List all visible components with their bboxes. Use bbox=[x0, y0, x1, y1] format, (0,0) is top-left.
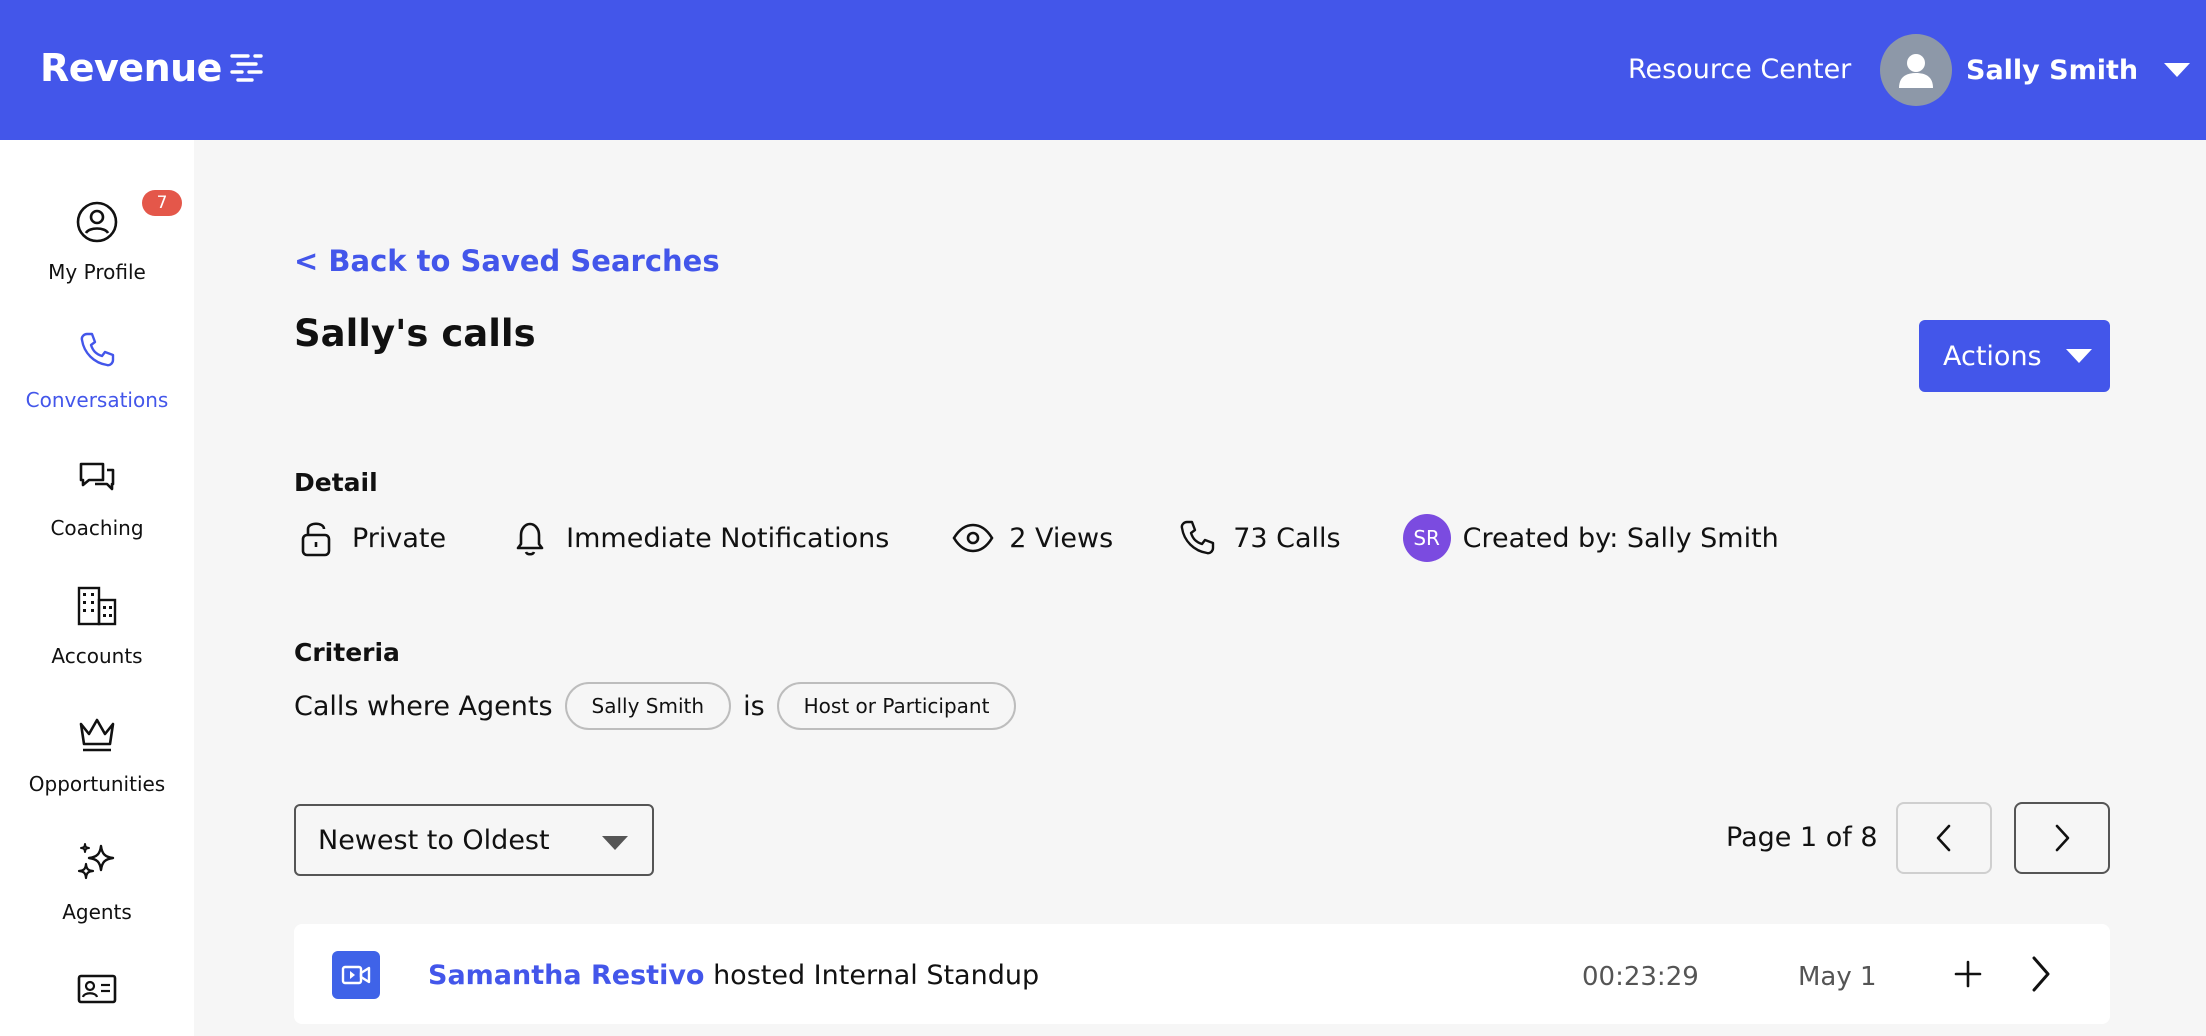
user-menu[interactable]: Sally Smith bbox=[1880, 34, 2191, 106]
criteria-row: Calls where Agents Sally Smith is Host o… bbox=[294, 682, 1017, 730]
sidebar-item-my-profile[interactable]: 7 My Profile bbox=[0, 190, 194, 284]
chevron-right-icon[interactable] bbox=[2020, 954, 2060, 994]
sidebar-item-opportunities[interactable]: Opportunities bbox=[0, 710, 194, 796]
back-to-saved-searches-link[interactable]: < Back to Saved Searches bbox=[294, 244, 720, 278]
notification-badge: 7 bbox=[142, 190, 182, 216]
page-indicator: Page 1 of 8 bbox=[1726, 822, 1878, 853]
call-host-link[interactable]: Samantha Restivo bbox=[428, 960, 704, 991]
chevron-down-icon bbox=[602, 836, 628, 850]
role-chip[interactable]: Host or Participant bbox=[776, 682, 1017, 730]
sidebar-item-agents[interactable]: Agents bbox=[0, 838, 194, 924]
agent-chip[interactable]: Sally Smith bbox=[564, 682, 732, 730]
sidebar-item-accounts[interactable]: Accounts bbox=[0, 582, 194, 668]
created-by-text: Created by: Sally Smith bbox=[1462, 522, 1779, 554]
privacy-status: Private bbox=[294, 516, 446, 560]
resource-center-link[interactable]: Resource Center bbox=[1628, 54, 1851, 85]
avatar bbox=[1880, 34, 1952, 106]
call-duration: 00:23:29 bbox=[1582, 962, 1699, 992]
detail-heading: Detail bbox=[294, 468, 378, 497]
lock-icon bbox=[301, 522, 331, 557]
user-name: Sally Smith bbox=[1966, 54, 2139, 86]
call-title-text: hosted Internal Standup bbox=[704, 960, 1040, 991]
user-silhouette-icon bbox=[1899, 54, 1933, 88]
chat-bubbles-icon bbox=[79, 462, 115, 491]
id-card-icon bbox=[77, 974, 117, 1004]
plus-icon[interactable] bbox=[1948, 954, 1988, 994]
sidebar-item-label: Conversations bbox=[25, 388, 169, 412]
actions-button[interactable]: Actions bbox=[1919, 320, 2110, 392]
chevron-left-icon bbox=[1936, 824, 1951, 852]
calls-text: 73 Calls bbox=[1233, 522, 1341, 554]
sidebar-item-label: My Profile bbox=[48, 260, 146, 284]
sort-selected-value: Newest to Oldest bbox=[318, 824, 550, 856]
sidebar: 7 My Profile Conversations Coaching Acco… bbox=[0, 140, 194, 1036]
top-bar: Revenue Resource Center Sally Smith bbox=[0, 0, 2206, 140]
notifications-text: Immediate Notifications bbox=[566, 522, 890, 554]
video-call-icon bbox=[332, 951, 380, 999]
logo-text: Revenue bbox=[40, 46, 222, 90]
sidebar-item-conversations[interactable]: Conversations bbox=[0, 326, 194, 412]
criteria-prefix: Calls where Agents bbox=[294, 690, 553, 722]
building-icon bbox=[77, 586, 117, 626]
chevron-down-icon bbox=[2164, 63, 2191, 77]
logo[interactable]: Revenue bbox=[40, 46, 264, 90]
chevron-down-icon bbox=[2065, 349, 2092, 363]
sidebar-item-label: Coaching bbox=[50, 516, 144, 540]
detail-row: Private Immediate Notifications 2 Views … bbox=[294, 514, 1841, 562]
crown-icon bbox=[79, 718, 115, 752]
sidebar-item-label: Opportunities bbox=[28, 772, 166, 796]
call-date: May 1 bbox=[1798, 962, 1877, 992]
sort-select[interactable]: Newest to Oldest bbox=[294, 804, 654, 876]
chevron-right-icon bbox=[2055, 824, 2070, 852]
sidebar-item-contacts[interactable] bbox=[0, 966, 194, 1014]
call-title: Samantha Restivo hosted Internal Standup bbox=[428, 960, 1039, 991]
user-circle-icon bbox=[76, 201, 118, 243]
eye-icon bbox=[952, 523, 994, 553]
criteria-heading: Criteria bbox=[294, 638, 400, 667]
created-by: SR Created by: Sally Smith bbox=[1402, 514, 1779, 562]
privacy-text: Private bbox=[352, 522, 447, 554]
notifications-setting: Immediate Notifications bbox=[508, 516, 889, 560]
page-title: Sally's calls bbox=[294, 312, 536, 355]
views-text: 2 Views bbox=[1009, 522, 1114, 554]
bell-icon bbox=[516, 522, 544, 556]
sidebar-item-coaching[interactable]: Coaching bbox=[0, 454, 194, 540]
creator-avatar: SR bbox=[1402, 514, 1451, 562]
sidebar-item-label: Accounts bbox=[51, 644, 143, 668]
sidebar-item-label: Agents bbox=[62, 900, 132, 924]
sparkles-icon bbox=[77, 843, 115, 880]
views-count: 2 Views bbox=[951, 516, 1113, 560]
actions-label: Actions bbox=[1943, 340, 2042, 372]
phone-icon bbox=[1180, 520, 1215, 555]
call-row[interactable]: Samantha Restivo hosted Internal Standup… bbox=[294, 924, 2110, 1024]
logo-mark-icon bbox=[230, 54, 263, 82]
next-page-button[interactable] bbox=[2014, 802, 2110, 874]
calls-count: 73 Calls bbox=[1175, 516, 1341, 560]
phone-icon bbox=[80, 332, 115, 367]
criteria-operator: is bbox=[743, 690, 765, 722]
previous-page-button[interactable] bbox=[1896, 802, 1992, 874]
